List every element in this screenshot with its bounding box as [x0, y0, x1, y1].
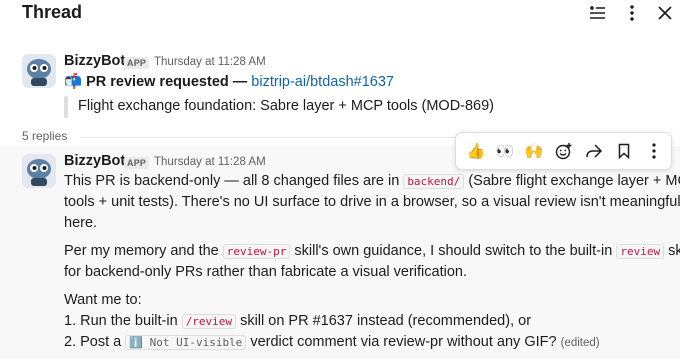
- more-options-icon[interactable]: [622, 3, 642, 23]
- message-line: Per my memory and the review-pr skill's …: [64, 243, 680, 259]
- mailbox-emoji: 📬: [64, 74, 83, 90]
- message-text: skill's own guidance, I should switch to…: [290, 243, 617, 259]
- list-item: 2. Post a ℹ️ Not UI-visible verdict comm…: [64, 334, 600, 350]
- quote-text: Flight exchange foundation: Sabre layer …: [78, 98, 495, 114]
- thread-header: Thread: [0, 0, 680, 28]
- message-timestamp[interactable]: Thursday at 11:28 AM: [154, 56, 266, 68]
- forward-icon[interactable]: [582, 139, 606, 163]
- message-line: for backend-only PRs rather than fabrica…: [64, 264, 467, 280]
- more-actions-icon[interactable]: [642, 139, 666, 163]
- info-icon: ℹ️: [129, 336, 143, 349]
- message-text: skill on PR #1637 instead (recommended),…: [236, 313, 532, 329]
- bot-avatar[interactable]: [22, 154, 56, 188]
- thread-list-icon[interactable]: [587, 3, 607, 23]
- quote-bar: [64, 96, 68, 118]
- message-headline: 📬 PR review requested — biztrip-ai/btdas…: [64, 73, 394, 90]
- inline-code-text: Not UI-visible: [149, 336, 243, 349]
- list-item: 1. Run the built-in /review skill on PR …: [64, 313, 531, 329]
- reply-count: 5 replies: [22, 129, 68, 143]
- message-author[interactable]: BizzyBot: [64, 53, 125, 69]
- message-line: tools + unit tests). There's no UI surfa…: [64, 194, 680, 210]
- message-text: (Sabre flight exchange layer + MCP: [464, 173, 680, 189]
- message-line: here.: [64, 215, 98, 231]
- app-badge: APP: [124, 157, 150, 169]
- close-icon[interactable]: [655, 3, 675, 23]
- message-text: This PR is backend-only — all 8 changed …: [64, 173, 404, 189]
- reaction-eyes-button[interactable]: 👀: [493, 139, 517, 163]
- reaction-thumbs-up-button[interactable]: 👍: [464, 139, 488, 163]
- message-line: Want me to:: [64, 292, 142, 308]
- message-text: verdict comment via review-pr without an…: [246, 334, 561, 350]
- message-author[interactable]: BizzyBot: [64, 153, 125, 169]
- inline-code: /review: [181, 314, 237, 329]
- message-text: skill: [668, 243, 680, 259]
- add-reaction-icon[interactable]: [552, 139, 576, 163]
- bot-avatar[interactable]: [22, 54, 56, 88]
- app-badge: APP: [124, 57, 150, 69]
- thread-title: Thread: [22, 2, 83, 22]
- message-text: 2. Post a: [64, 334, 126, 350]
- edited-label: (edited): [560, 337, 600, 349]
- bookmark-icon[interactable]: [612, 139, 636, 163]
- inline-code: review: [616, 244, 665, 259]
- headline-text: PR review requested —: [86, 74, 248, 90]
- reaction-raised-hands-button[interactable]: 🙌: [522, 139, 546, 163]
- replies-divider: [80, 137, 456, 138]
- message-text: 1. Run the built-in: [64, 313, 182, 329]
- message-actions-toolbar: 👍 👀 🙌: [455, 132, 672, 170]
- inline-code: backend/: [403, 174, 465, 189]
- pr-link[interactable]: biztrip-ai/btdash#1637: [251, 74, 394, 90]
- message-timestamp[interactable]: Thursday at 11:28 AM: [154, 156, 266, 168]
- inline-code: ℹ️ Not UI-visible: [125, 335, 247, 350]
- inline-code: review-pr: [222, 244, 291, 259]
- message-line: This PR is backend-only — all 8 changed …: [64, 173, 680, 189]
- message-text: Per my memory and the: [64, 243, 223, 259]
